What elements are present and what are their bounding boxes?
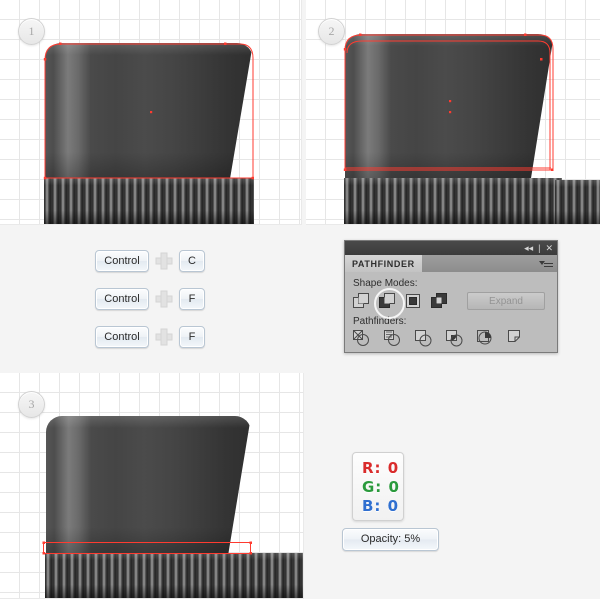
plus-icon (149, 250, 179, 272)
rgb-blue-label: B: (362, 497, 382, 515)
step-badge-3: 3 (18, 391, 45, 418)
shape-mode-intersect-button[interactable] (405, 293, 422, 310)
pathfinder-merge-button[interactable] (415, 330, 432, 347)
pathfinder-trim-button[interactable] (384, 330, 401, 347)
key-control[interactable]: Control (95, 250, 149, 272)
pathfinders-row (353, 330, 549, 347)
rgb-blue-row: B: 0 (362, 497, 403, 516)
shape-mode-minus-front-button[interactable] (374, 287, 405, 319)
pathfinder-crop-button[interactable] (446, 330, 463, 347)
plus-icon (149, 326, 179, 348)
step-1-artboard: 1 (0, 0, 302, 225)
rgb-red-value: 0 (387, 459, 400, 477)
cap-dome (45, 43, 253, 178)
cap-dome (345, 34, 554, 178)
pathfinder-titlebar: ◂◂ | ✕ (345, 241, 557, 255)
titlebar-divider: | (538, 243, 541, 253)
key-f[interactable]: F (179, 288, 205, 310)
key-control[interactable]: Control (95, 326, 149, 348)
collapse-icon[interactable]: ◂◂ (524, 243, 533, 253)
pathfinder-outline-button[interactable] (477, 330, 494, 347)
expand-button[interactable]: Expand (467, 292, 545, 310)
pathfinder-panel: ◂◂ | ✕ PATHFINDER Shape Modes: Expand Pa… (344, 240, 558, 353)
shape-mode-exclude-button[interactable] (431, 292, 448, 310)
tabbar-filler (422, 255, 557, 272)
shape-modes-row: Expand (353, 287, 549, 319)
cap-dome (46, 416, 251, 553)
shortcut-row-3: Control F (95, 326, 205, 348)
panel-menu-icon[interactable] (539, 259, 553, 268)
key-f[interactable]: F (179, 326, 205, 348)
rgb-red-label: R: (362, 459, 382, 477)
opacity-field[interactable]: Opacity: 5% (342, 528, 439, 551)
selection-highlight (374, 287, 405, 319)
shortcut-row-1: Control C (95, 250, 205, 272)
key-c[interactable]: C (179, 250, 205, 272)
pathfinder-divide-button[interactable] (353, 330, 370, 347)
step-badge-1: 1 (18, 18, 45, 45)
tab-pathfinder[interactable]: PATHFINDER (345, 255, 422, 272)
pathfinder-minus-back-button[interactable] (508, 330, 525, 347)
cap-ridges-back (555, 180, 600, 224)
shortcut-row-2: Control F (95, 288, 205, 310)
tutorial-canvas: 1 2 Control C Control F Control F ◂◂ | ✕… (0, 0, 600, 599)
step-3-artboard: 3 (0, 373, 304, 599)
rgb-blue-value: 0 (387, 497, 400, 515)
cap-ridges (45, 553, 303, 598)
cap-ridges (344, 178, 562, 224)
cap-ridges (44, 178, 254, 224)
shape-mode-unite-button[interactable] (353, 292, 370, 310)
pathfinder-tabbar: PATHFINDER (345, 255, 557, 272)
plus-icon (149, 288, 179, 310)
key-control[interactable]: Control (95, 288, 149, 310)
rgb-red-row: R: 0 (362, 459, 403, 478)
close-icon[interactable]: ✕ (545, 243, 553, 253)
rgb-green-value: 0 (388, 478, 400, 496)
rgb-green-label: G: (362, 478, 383, 496)
step-2-artboard: 2 (306, 0, 600, 225)
rgb-color-readout: R: 0 G: 0 B: 0 (352, 452, 404, 521)
rgb-green-row: G: 0 (362, 478, 403, 497)
pathfinder-body: Shape Modes: Expand Pathfinders: (345, 272, 557, 347)
step-badge-2: 2 (318, 18, 345, 45)
shape-modes-label: Shape Modes: (353, 278, 418, 289)
